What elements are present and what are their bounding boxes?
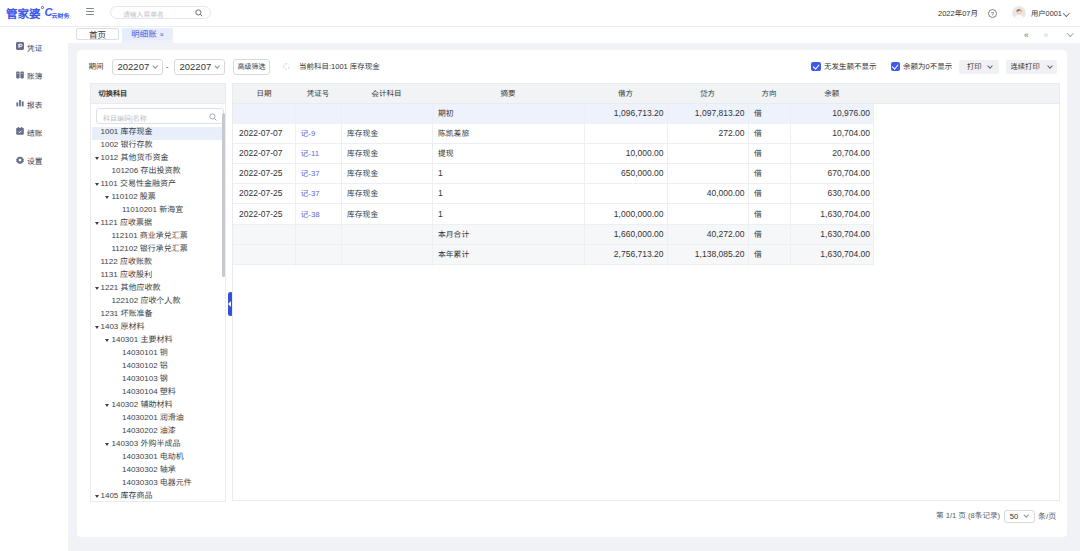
svg-text:?: ? (991, 11, 995, 17)
